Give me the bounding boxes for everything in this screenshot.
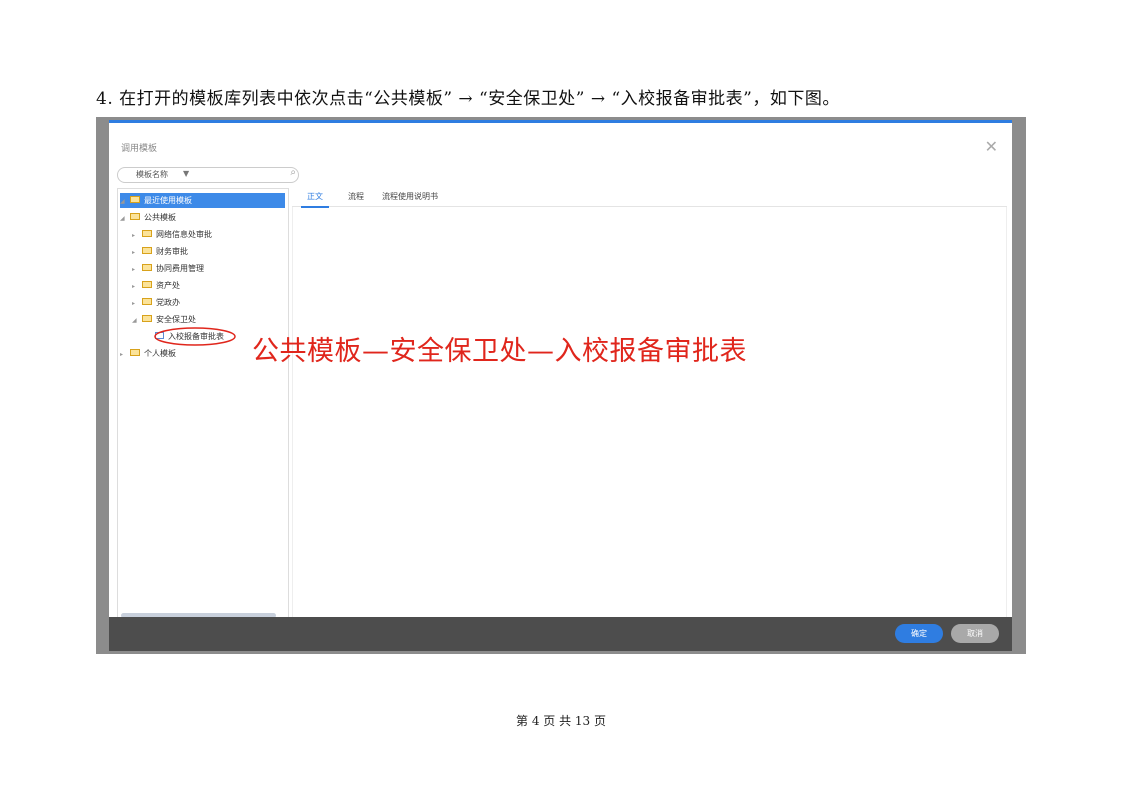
folder-icon — [142, 264, 152, 271]
content-pane: 正文 流程 流程使用说明书 — [292, 188, 1007, 618]
tree-node-personal[interactable]: ▸ 个人模板 — [120, 346, 176, 361]
tab-flow-manual[interactable]: 流程使用说明书 — [382, 191, 438, 202]
search-label: 模板名称 — [136, 170, 168, 179]
dialog-title: 调用模板 — [121, 144, 158, 154]
ok-button[interactable]: 确定 — [895, 624, 943, 643]
search-icon[interactable]: ⌕ — [290, 167, 296, 178]
annotation-text: 公共模板—安全保卫处—入校报备审批表 — [252, 336, 747, 367]
page-number: 第 4 页 共 13 页 — [516, 714, 606, 728]
preview-area — [292, 207, 1007, 618]
tree-node-security[interactable]: ◢ 安全保卫处 — [132, 312, 196, 327]
close-icon[interactable]: ✕ — [985, 139, 998, 155]
expand-icon[interactable]: ▸ — [132, 228, 142, 243]
template-dialog: 调用模板 ✕ 模板名称 ▼ ⌕ ◢ 最近使用模板 ◢ 公共模板 ▸ 网络信息处审批 ▸… — [109, 120, 1012, 620]
cancel-button[interactable]: 取消 — [951, 624, 999, 643]
collapse-icon[interactable]: ◢ — [132, 313, 142, 328]
expand-icon[interactable]: ▸ — [132, 279, 142, 294]
tree-node-network[interactable]: ▸ 网络信息处审批 — [132, 227, 212, 242]
instruction-text: 4. 在打开的模板库列表中依次点击“公共模板” → “安全保卫处” → “入校报… — [96, 89, 840, 109]
tab-bar: 正文 流程 流程使用说明书 — [292, 188, 1007, 208]
search-input[interactable]: 模板名称 ▼ ⌕ — [117, 167, 299, 183]
tree-node-office[interactable]: ▸ 党政办 — [132, 295, 180, 310]
folder-icon — [142, 230, 152, 237]
expand-icon[interactable]: ▸ — [132, 262, 142, 277]
chevron-down-icon[interactable]: ▼ — [183, 169, 189, 178]
collapse-icon[interactable]: ◢ — [120, 211, 130, 226]
folder-icon — [142, 281, 152, 288]
folder-icon — [142, 315, 152, 322]
tab-flow[interactable]: 流程 — [348, 191, 364, 202]
screenshot: 调用模板 ✕ 模板名称 ▼ ⌕ ◢ 最近使用模板 ◢ 公共模板 ▸ 网络信息处审批 ▸… — [96, 117, 1026, 654]
folder-icon — [142, 247, 152, 254]
folder-icon — [130, 196, 140, 203]
tree-node-recent[interactable]: ◢ 最近使用模板 — [120, 193, 285, 208]
tree-node-expense[interactable]: ▸ 协同费用管理 — [132, 261, 204, 276]
tree-node-finance[interactable]: ▸ 财务审批 — [132, 244, 188, 259]
expand-icon[interactable]: ▸ — [132, 296, 142, 311]
collapse-icon[interactable]: ◢ — [120, 194, 130, 209]
template-tree: ◢ 最近使用模板 ◢ 公共模板 ▸ 网络信息处审批 ▸ 财务审批 ▸ 协同费用管理 ▸ 资产… — [117, 188, 289, 620]
folder-icon — [130, 213, 140, 220]
tree-node-assets[interactable]: ▸ 资产处 — [132, 278, 180, 293]
folder-icon — [130, 349, 140, 356]
tree-node-public[interactable]: ◢ 公共模板 — [120, 210, 176, 225]
highlight-ellipse — [154, 327, 236, 346]
expand-icon[interactable]: ▸ — [132, 245, 142, 260]
dialog-footer: 确定 取消 — [109, 617, 1012, 651]
folder-icon — [142, 298, 152, 305]
tab-body[interactable]: 正文 — [301, 191, 329, 208]
expand-icon[interactable]: ▸ — [120, 347, 130, 362]
